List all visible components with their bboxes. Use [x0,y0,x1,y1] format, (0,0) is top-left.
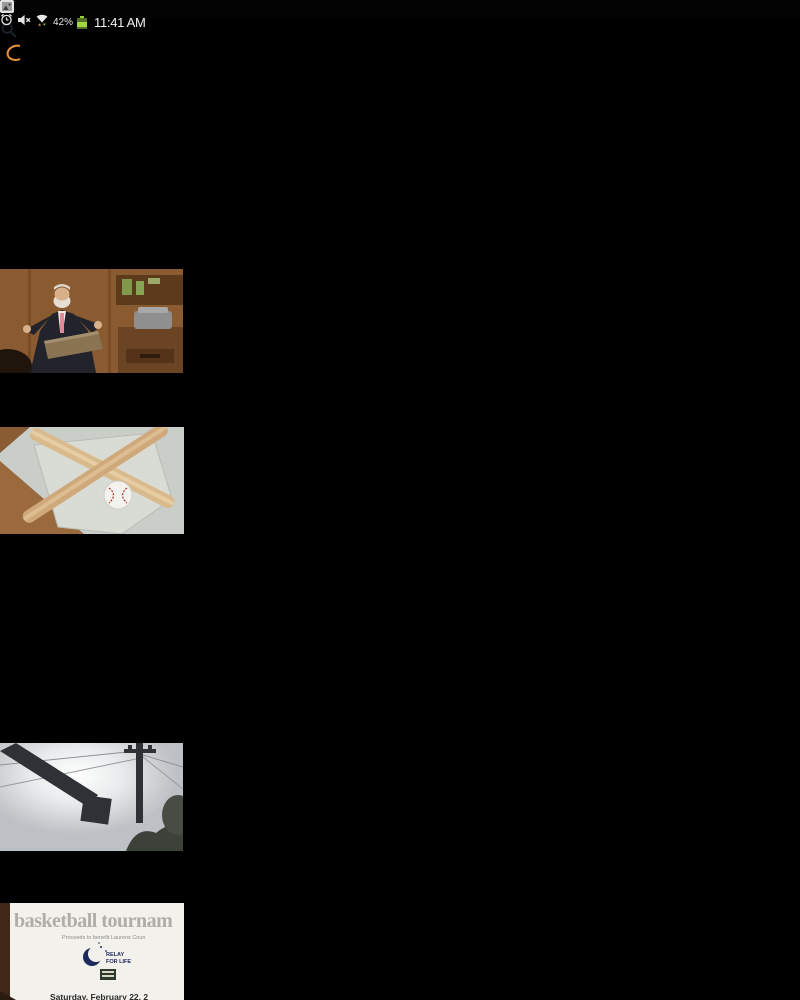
section-bar: LOCAL NEWS [0,86,800,104]
status-bar: 42% 11:41 AM [0,0,800,30]
article-image-utility-bucket-truck-sky [0,743,194,851]
svg-text:Proceeds to benefit Laurens Co: Proceeds to benefit Laurens Coun [62,935,145,941]
status-time: 11:41 AM [94,14,146,30]
svg-text:basketball tournam: basketball tournam [14,910,173,932]
wifi-icon [35,13,49,31]
article-date: Feb 21, 2014 8:31 AM [0,140,158,157]
article-card[interactable]: basketball tournam Proceeds to benefit L… [0,903,184,1000]
news-app-screen: { "status_bar": { "battery_percent": "42… [0,0,800,1000]
screenshot-notification-icon [0,0,14,13]
svg-text:FOR LIFE: FOR LIFE [106,959,131,965]
svg-text:Saturday, February 22, 2: Saturday, February 22, 2 [50,992,148,1000]
golaurens-logo: GoLaurens.com Your Source For Local News [0,43,800,86]
article-image-basketball-tournament-flyer: basketball tournam Proceeds to benefit L… [0,903,184,1000]
article-title: Local utility crews lend a hand to storm… [0,856,174,909]
section-title: LOCAL NEWS [0,86,105,103]
logo-title: GoLaurens.com [0,43,800,68]
logo-swoosh-icon [6,44,21,61]
article-image-man-speaking-at-lectern [0,269,183,385]
alarm-icon [0,13,13,31]
article-card[interactable]: Laurens YMCA kicks off after school base… [0,423,184,610]
article-card[interactable]: Clinton man charged with criminal sexual… [0,583,184,743]
article-title: Hitt lauds Laurens County at LCDC annual… [0,378,169,431]
article-date: Feb 20, 2014 9:28 AM [0,637,158,654]
logo-tagline: Your Source For Local News [0,68,204,85]
app-window: GoLaurens.com Your Source For Local News… [0,0,800,1000]
article-card[interactable]: Local utility crews lend a hand to storm… [0,743,194,927]
svg-text:RELAY: RELAY [106,952,124,958]
battery-icon [77,15,88,29]
battery-percent: 42% [53,16,74,28]
article-image-baseball-bats-and-ball [0,423,184,535]
article-card[interactable]: Clinton woman killed in single-vehicle a… [0,104,184,269]
main-content-pane: GoLaurens.com Your Source For Local News… [0,0,800,1000]
mute-icon [17,13,31,31]
article-card[interactable]: Hitt lauds Laurens County at LCDC annual… [0,269,183,449]
article-title: Clinton woman killed in single-vehicle a… [0,104,164,139]
article-title: Clinton man charged with criminal sexual… [0,583,181,636]
